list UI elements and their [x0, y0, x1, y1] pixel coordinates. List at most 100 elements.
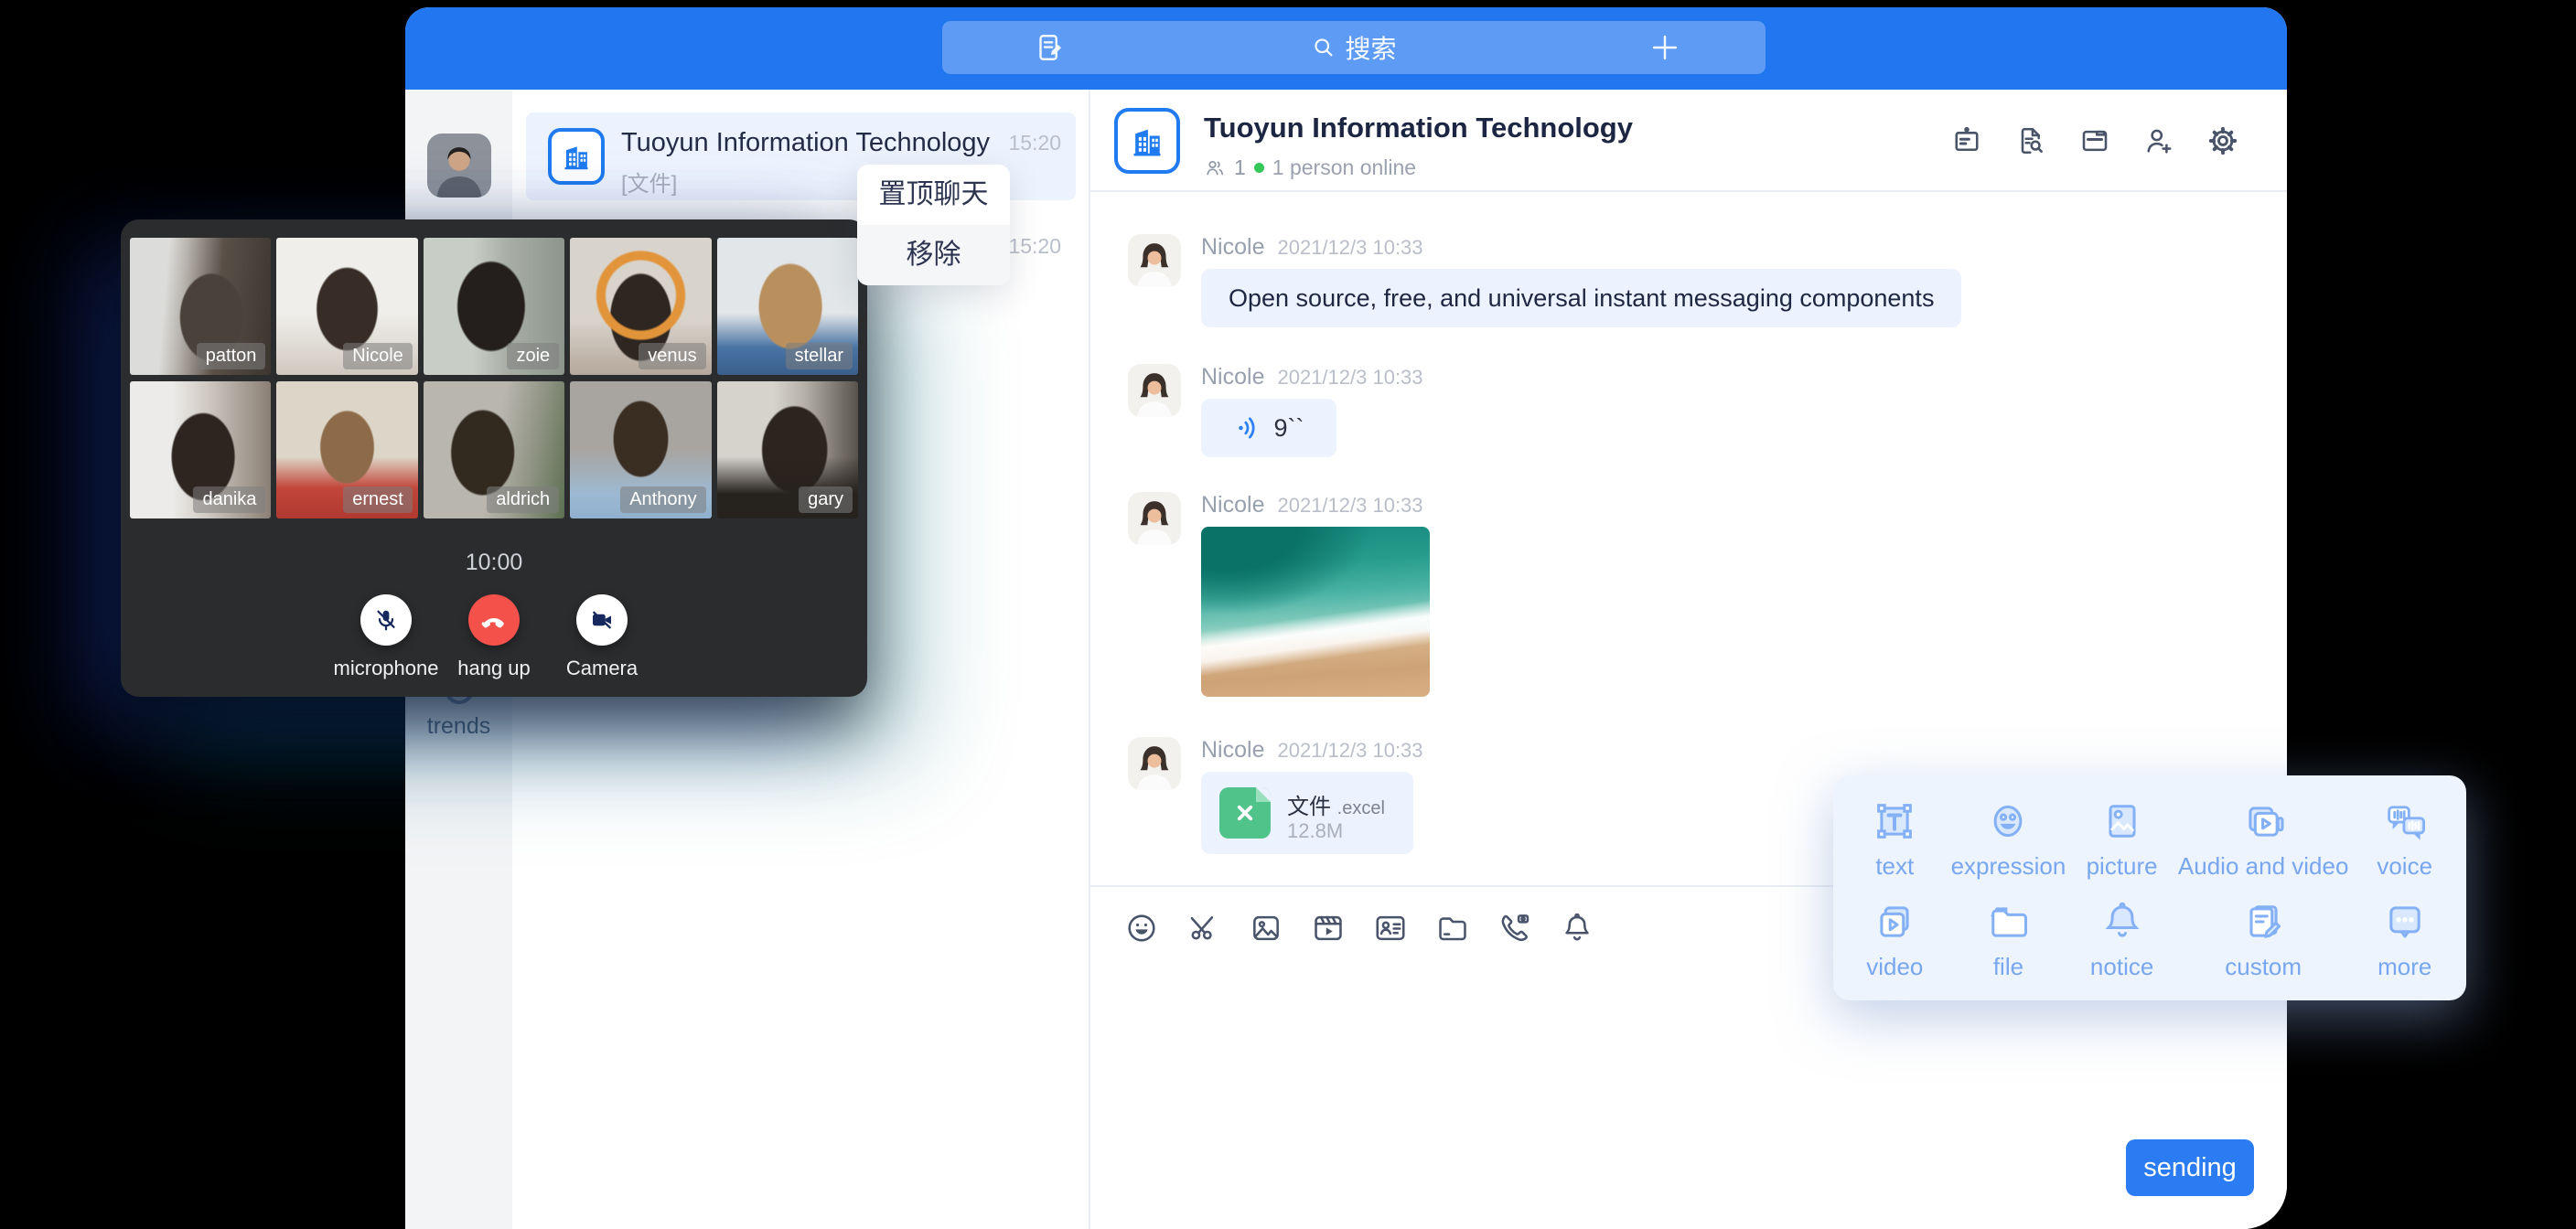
camera-off-icon — [576, 594, 628, 646]
plus-icon[interactable] — [1648, 31, 1681, 64]
panel-item-picture[interactable]: picture — [2066, 788, 2178, 889]
conversation-title: Tuoyun Information Technology — [621, 128, 990, 158]
screenshot-icon[interactable] — [1186, 910, 1222, 946]
participant-tile[interactable]: Nicole — [276, 238, 417, 375]
search-bar[interactable]: 搜索 — [942, 21, 1766, 74]
trends-label: trends — [405, 713, 512, 740]
contact-card-icon[interactable] — [1372, 910, 1409, 946]
search-input[interactable]: 搜索 — [942, 21, 1766, 74]
chat-title: Tuoyun Information Technology — [1204, 112, 1633, 144]
message-image: Nicole 2021/12/3 10:33 — [1128, 492, 1430, 697]
picture-icon[interactable] — [1248, 910, 1284, 946]
expression-icon — [1984, 797, 2032, 845]
message-type-panel: text expression picture Audio and video — [1833, 775, 2466, 1000]
image-message-thumbnail[interactable] — [1201, 527, 1430, 697]
sender-avatar[interactable] — [1128, 364, 1181, 417]
file-panel-icon — [1984, 898, 2032, 946]
panel-item-label: custom — [2225, 953, 2302, 981]
sender-avatar[interactable] — [1128, 492, 1181, 545]
camera-label: Camera — [566, 657, 638, 680]
panel-item-more[interactable]: more — [2348, 889, 2461, 989]
conversation-context-menu: 置顶聊天 移除 — [857, 165, 1010, 285]
voice-wave-icon — [1234, 413, 1263, 443]
sender-name: Nicole — [1201, 364, 1264, 390]
panel-item-voice[interactable]: voice — [2348, 788, 2461, 889]
participant-tile[interactable]: venus — [570, 238, 711, 375]
video-icon[interactable] — [1310, 910, 1347, 946]
microphone-button[interactable]: microphone — [337, 594, 435, 680]
excel-file-icon — [1219, 787, 1271, 839]
announcement-icon[interactable] — [1948, 123, 1985, 159]
file-bubble[interactable]: 文件 .excel 12.8M — [1201, 772, 1413, 854]
notice-icon — [2098, 898, 2146, 946]
file-icon[interactable] — [1434, 910, 1471, 946]
participant-tile[interactable]: patton — [130, 238, 271, 375]
participant-name: ernest — [343, 486, 413, 513]
file-size: 12.8M — [1287, 819, 1343, 843]
chat-history-search-icon[interactable] — [2012, 123, 2049, 159]
panel-item-label: text — [1875, 852, 1914, 881]
participant-name: Anthony — [620, 486, 705, 513]
text-bubble[interactable]: Open source, free, and universal instant… — [1201, 269, 1961, 327]
conversation-last-message: [文件] — [621, 166, 677, 198]
video-call-icon[interactable] — [1497, 910, 1533, 946]
message-time: 2021/12/3 10:33 — [1277, 494, 1422, 518]
search-icon — [1311, 35, 1336, 60]
panel-item-custom[interactable]: custom — [2178, 889, 2348, 989]
video-panel-icon — [1871, 898, 1918, 946]
settings-icon[interactable] — [2205, 123, 2241, 159]
participant-name: venus — [639, 343, 705, 369]
call-timer: 10:00 — [121, 550, 867, 576]
audio-video-icon — [2239, 797, 2287, 845]
online-dot — [1254, 163, 1264, 173]
file-name: 文件 — [1287, 795, 1331, 819]
panel-item-file[interactable]: file — [1951, 889, 2066, 989]
panel-item-label: expression — [1951, 852, 2066, 881]
send-button[interactable]: sending — [2126, 1139, 2254, 1196]
participant-grid: patton Nicole zoie venus stellar danika … — [121, 219, 867, 518]
member-count: 1 — [1234, 155, 1246, 180]
menu-item-pin-chat[interactable]: 置顶聊天 — [857, 165, 1010, 225]
emoji-icon[interactable] — [1123, 910, 1160, 946]
panel-item-text[interactable]: text — [1839, 788, 1951, 889]
panel-item-notice[interactable]: notice — [2066, 889, 2178, 989]
panel-item-video[interactable]: video — [1839, 889, 1951, 989]
members-icon — [1204, 157, 1226, 179]
files-icon[interactable] — [2077, 123, 2113, 159]
voice-bubble[interactable]: 9`` — [1201, 399, 1336, 457]
sender-avatar[interactable] — [1128, 234, 1181, 287]
add-member-icon[interactable] — [2141, 123, 2177, 159]
voice-panel-icon — [2381, 797, 2429, 845]
video-call-panel: patton Nicole zoie venus stellar danika … — [121, 219, 867, 697]
hang-up-label: hang up — [457, 657, 531, 680]
sender-name: Nicole — [1201, 737, 1264, 764]
message-time: 2021/12/3 10:33 — [1277, 366, 1422, 390]
hang-up-button[interactable]: hang up — [445, 594, 543, 680]
participant-tile[interactable]: stellar — [717, 238, 858, 375]
participant-tile[interactable]: Anthony — [570, 381, 711, 518]
panel-item-audio-video[interactable]: Audio and video — [2178, 788, 2348, 889]
panel-item-label: picture — [2087, 852, 2158, 881]
conversation-time: 15:20 — [1008, 234, 1061, 259]
group-avatar-icon — [1114, 108, 1180, 174]
panel-item-label: notice — [2090, 953, 2153, 981]
participant-tile[interactable]: aldrich — [424, 381, 564, 518]
custom-icon — [2239, 898, 2287, 946]
camera-button[interactable]: Camera — [553, 594, 651, 680]
participant-tile[interactable]: zoie — [424, 238, 564, 375]
participant-tile[interactable]: danika — [130, 381, 271, 518]
sender-name: Nicole — [1201, 234, 1264, 261]
sender-name: Nicole — [1201, 492, 1264, 518]
notification-icon[interactable] — [1559, 910, 1595, 946]
my-avatar[interactable] — [427, 134, 491, 198]
participant-tile[interactable]: gary — [717, 381, 858, 518]
voice-duration: 9`` — [1274, 414, 1304, 443]
panel-item-expression[interactable]: expression — [1951, 788, 2066, 889]
group-avatar-icon — [548, 128, 605, 185]
more-icon — [2381, 898, 2429, 946]
panel-item-label: video — [1866, 953, 1923, 981]
sender-avatar[interactable] — [1128, 737, 1181, 790]
participant-name: patton — [197, 343, 266, 369]
menu-item-remove[interactable]: 移除 — [857, 225, 1010, 285]
participant-tile[interactable]: ernest — [276, 381, 417, 518]
